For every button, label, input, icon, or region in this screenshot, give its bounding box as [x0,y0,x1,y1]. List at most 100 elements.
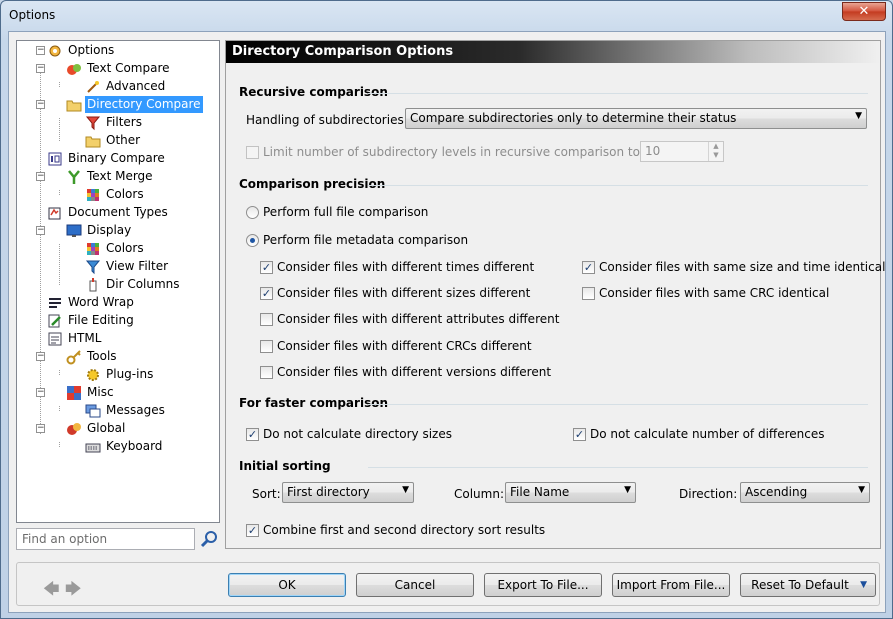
tree-item-keyboard[interactable]: Keyboard [85,438,164,455]
keyboard-icon [85,439,101,455]
tree-item-filters[interactable]: Filters [85,114,144,131]
chevron-down-icon: ▼ [624,485,631,495]
tree-collapse-toggle[interactable]: − [36,388,45,397]
text-compare-icon [66,61,82,77]
sizes-different-label: Consider files with different sizes diff… [277,286,531,300]
folder-icon [66,97,82,113]
title-bar[interactable]: Options ✕ [1,1,892,31]
tree-item-misc[interactable]: Misc [66,384,116,401]
faster-section-title: For faster comparison [239,396,388,410]
tree-item-label: Plug-ins [106,367,154,381]
html-icon [47,331,63,347]
same-size-time-checkbox[interactable]: ✓ [582,261,595,274]
cancel-button[interactable]: Cancel [356,573,474,597]
options-icon [47,43,63,59]
attributes-different-checkbox[interactable] [260,313,273,326]
wand-icon [85,79,101,95]
attributes-different-label: Consider files with different attributes… [277,312,560,326]
limit-levels-spinner[interactable]: 10 ▲ ▼ [640,141,724,162]
no-dir-sizes-checkbox[interactable]: ✓ [246,428,259,441]
close-button[interactable]: ✕ [842,2,886,21]
metadata-comparison-label: Perform file metadata comparison [263,233,469,247]
tree-line [59,190,60,195]
same-size-time-label: Consider files with same size and time i… [599,260,886,274]
window-title: Options [9,8,56,22]
tree-item-label: Display [87,223,132,237]
tree-item-text-compare[interactable]: Text Compare [66,60,172,77]
tree-collapse-toggle[interactable]: − [36,46,45,55]
spin-up-icon[interactable]: ▲ [713,142,718,150]
tree-item-label: Colors [106,187,144,201]
sort-select[interactable]: First directory ▼ [282,482,414,503]
reset-to-default-button[interactable]: Reset To Default ▼ [740,573,876,597]
select-value: First directory [287,485,370,499]
chevron-down-icon: ▼ [855,111,862,121]
tree-item-text-merge[interactable]: Text Merge [66,168,155,185]
tree-item-display[interactable]: Display [66,222,133,239]
ok-button[interactable]: OK [228,573,346,597]
column-select[interactable]: File Name ▼ [505,482,636,503]
chevron-down-icon[interactable]: ▼ [860,574,867,596]
spin-down-icon[interactable]: ▼ [713,151,718,159]
tree-item-label: Dir Columns [106,277,180,291]
tree-collapse-toggle[interactable]: − [36,64,45,73]
tree-item-plug-ins[interactable]: Plug-ins [85,366,155,383]
metadata-comparison-radio[interactable] [246,234,259,247]
tree-item-messages[interactable]: Messages [85,402,167,419]
tree-item-other[interactable]: Other [85,132,142,149]
tree-item-colors[interactable]: Colors [85,186,146,203]
spinner-buttons[interactable]: ▲ ▼ [708,142,723,161]
import-from-file-button[interactable]: Import From File... [612,573,730,597]
direction-select[interactable]: Ascending ▼ [740,482,870,503]
no-dir-sizes-label: Do not calculate directory sizes [263,427,452,441]
precision-section-title: Comparison precision [239,177,386,191]
limit-levels-checkbox[interactable] [246,146,259,159]
tree-item-binary-compare[interactable]: Binary Compare [47,150,167,167]
no-num-differences-label: Do not calculate number of differences [590,427,825,441]
binary-icon [47,151,63,167]
sorting-section-title: Initial sorting [239,459,331,473]
same-crc-checkbox[interactable] [582,287,595,300]
tree-item-document-types[interactable]: Document Types [47,204,170,221]
sort-label: Sort: [252,487,281,501]
sizes-different-checkbox[interactable]: ✓ [260,287,273,300]
tree-collapse-toggle[interactable]: − [36,424,45,433]
tree-item-display-colors[interactable]: Colors [85,240,146,257]
tree-line [59,442,60,447]
tree-item-label: View Filter [106,259,169,273]
tree-item-options[interactable]: Options [47,42,116,59]
find-option-input[interactable]: Find an option [16,528,195,550]
tree-collapse-toggle[interactable]: − [36,352,45,361]
tree-item-advanced[interactable]: Advanced [85,78,167,95]
crcs-different-checkbox[interactable] [260,340,273,353]
dialog-footer: 🡄 🡆 OK Cancel Export To File... Import F… [16,562,880,606]
misc-icon [66,385,82,401]
tree-item-global[interactable]: Global [66,420,127,437]
tree-collapse-toggle[interactable]: − [36,172,45,181]
tree-item-dir-columns[interactable]: Dir Columns [85,276,182,293]
back-arrow-icon[interactable]: 🡄 [43,578,60,605]
subdirectory-handling-select[interactable]: Compare subdirectories only to determine… [405,108,867,129]
limit-levels-label: Limit number of subdirectory levels in r… [263,145,640,159]
options-tree[interactable]: − − − − − − − − Options Text Compare Adv… [16,40,220,523]
tree-item-html[interactable]: HTML [47,330,103,347]
tree-item-label: File Editing [68,313,134,327]
versions-different-checkbox[interactable] [260,366,273,379]
tree-item-view-filter[interactable]: View Filter [85,258,170,275]
colors-icon [85,187,101,203]
tree-item-label: Colors [106,241,144,255]
export-to-file-button[interactable]: Export To File... [484,573,602,597]
times-different-checkbox[interactable]: ✓ [260,261,273,274]
full-comparison-radio[interactable] [246,206,259,219]
tree-collapse-toggle[interactable]: − [36,100,45,109]
tree-item-file-editing[interactable]: File Editing [47,312,136,329]
tree-item-tools[interactable]: Tools [66,348,119,365]
tree-item-label: Word Wrap [68,295,134,309]
tree-collapse-toggle[interactable]: − [36,226,45,235]
combine-sort-checkbox[interactable]: ✓ [246,524,259,537]
tree-item-word-wrap[interactable]: Word Wrap [47,294,136,311]
no-num-differences-checkbox[interactable]: ✓ [573,428,586,441]
forward-arrow-icon[interactable]: 🡆 [65,578,82,605]
search-icon[interactable] [199,529,219,549]
tree-item-directory-compare[interactable]: Directory Compare [66,96,203,113]
